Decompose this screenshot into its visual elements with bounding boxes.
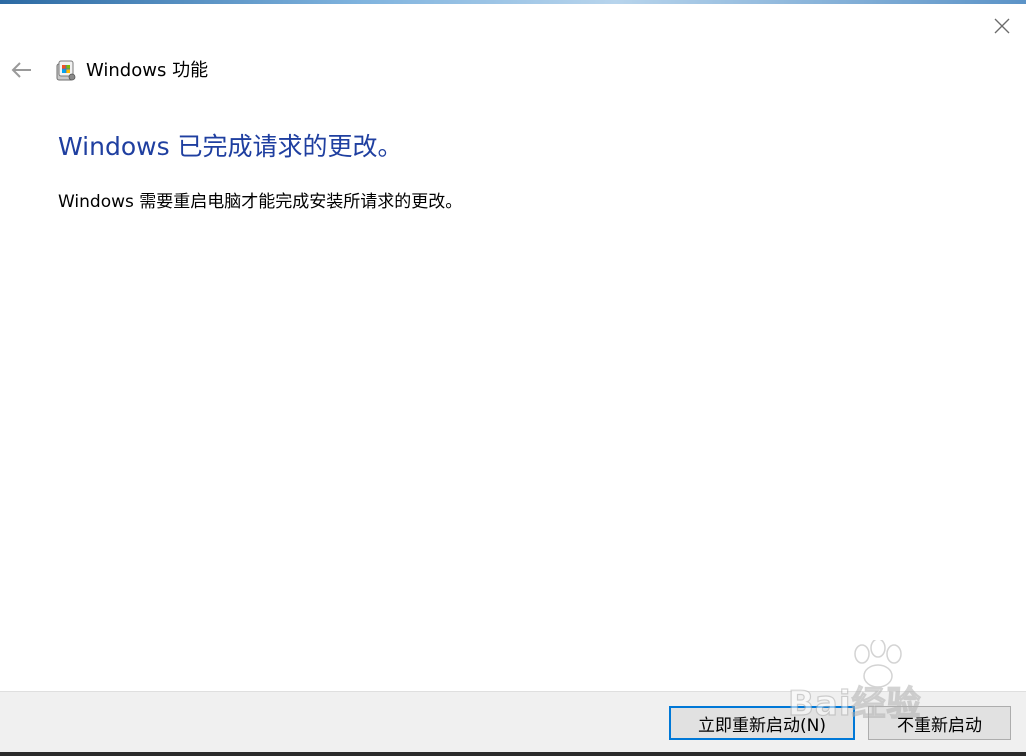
dont-restart-button[interactable]: 不重新启动 (868, 706, 1011, 740)
back-arrow-icon (11, 62, 31, 78)
windows-features-dialog: Windows 功能 Windows 已完成请求的更改。 Windows 需要重… (0, 0, 1026, 756)
back-button[interactable] (8, 56, 36, 84)
window-title: Windows 功能 (86, 60, 209, 81)
close-button[interactable] (986, 10, 1018, 42)
taskbar-strip (0, 752, 1026, 756)
completion-heading: Windows 已完成请求的更改。 (58, 132, 403, 161)
windows-features-icon (56, 60, 76, 81)
window-top-edge (0, 0, 1026, 4)
paw-logo-icon (854, 640, 902, 688)
restart-message: Windows 需要重启电脑才能完成安装所请求的更改。 (58, 192, 463, 212)
close-icon (994, 18, 1010, 34)
restart-now-button[interactable]: 立即重新启动(N) (669, 706, 855, 740)
